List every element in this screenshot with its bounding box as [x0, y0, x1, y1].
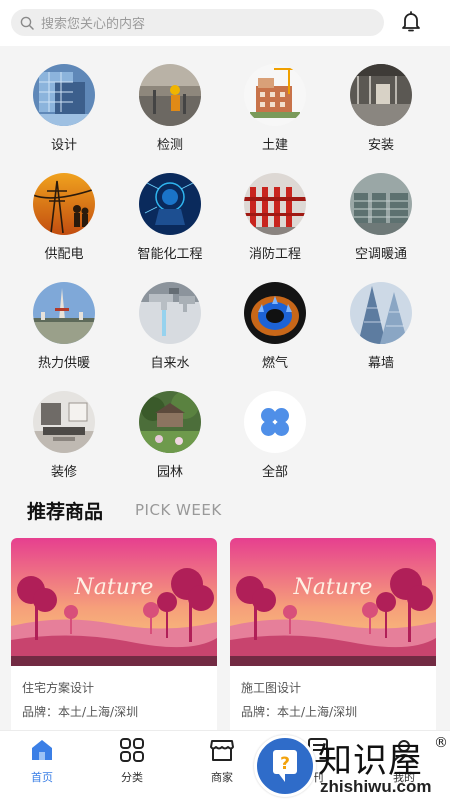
product-name: 施工图设计 [241, 681, 302, 695]
heating-photo [33, 282, 95, 344]
category-inspection[interactable]: 检测 [118, 64, 222, 153]
search-placeholder: 搜索您关心的内容 [41, 17, 146, 32]
product-brand: 品牌：本土/上海/深圳 [241, 705, 358, 719]
gas-flame-photo [244, 282, 306, 344]
recommend-subtitle: PICK WEEK [135, 501, 222, 519]
tab-label: 商家 [211, 771, 233, 784]
category-label: 自来水 [150, 356, 190, 371]
category-power[interactable]: 供配电 [12, 173, 116, 262]
decoration-photo [33, 391, 95, 453]
garden-photo [139, 391, 201, 453]
intelligent-engineering-photo [139, 173, 201, 235]
svg-text:?: ? [280, 754, 290, 774]
category-label: 设计 [50, 138, 77, 153]
all-grid-icon [244, 391, 306, 453]
category-label: 幕墙 [367, 356, 394, 371]
product-image: Nature [230, 538, 436, 666]
fire-protection-photo [244, 173, 306, 235]
product-image: Nature [11, 538, 217, 666]
home-icon [32, 740, 52, 760]
watermark: ? 知识屋 ® zhishiwu.com [252, 733, 450, 800]
category-garden[interactable]: 园林 [118, 391, 222, 480]
tab-store[interactable]: 商家 [190, 737, 254, 785]
product-brand: 品牌：本土/上海/深圳 [22, 705, 139, 719]
category-label: 消防工程 [248, 247, 301, 262]
category-civil[interactable]: 土建 [223, 64, 327, 153]
category-label: 智能化工程 [137, 247, 203, 262]
category-label: 燃气 [261, 356, 288, 371]
category-label: 全部 [261, 465, 288, 480]
category-water[interactable]: 自来水 [118, 282, 222, 371]
category-decoration[interactable]: 装修 [12, 391, 116, 480]
category-fire[interactable]: 消防工程 [223, 173, 327, 262]
design-photo [33, 64, 95, 126]
hvac-photo [350, 173, 412, 235]
store-icon [210, 740, 234, 761]
category-all[interactable]: 全部 [223, 391, 327, 480]
watermark-chinese: 知识屋 [318, 741, 423, 781]
watermark-logo-icon: ? [254, 735, 316, 797]
category-label: 装修 [50, 465, 77, 480]
category-gas[interactable]: 燃气 [223, 282, 327, 371]
category-label: 土建 [261, 138, 288, 153]
category-hvac[interactable]: 空调暖通 [329, 173, 433, 262]
category-label: 供配电 [44, 247, 84, 262]
category-label: 空调暖通 [354, 247, 407, 262]
search-icon [20, 16, 34, 30]
tab-label: 分类 [121, 771, 143, 784]
tab-home[interactable]: 首页 [10, 737, 74, 785]
category-label: 园林 [156, 465, 183, 480]
installation-photo [350, 64, 412, 126]
product-name: 住宅方案设计 [22, 681, 95, 695]
category-label: 热力供暖 [37, 356, 90, 371]
bell-icon[interactable] [399, 9, 423, 33]
category-intelligent[interactable]: 智能化工程 [118, 173, 222, 262]
tab-label: 首页 [31, 771, 53, 784]
tab-category[interactable]: 分类 [100, 737, 164, 785]
category-curtain-wall[interactable]: 幕墙 [329, 282, 433, 371]
category-design[interactable]: 设计 [12, 64, 116, 153]
category-label: 安装 [367, 138, 394, 153]
curtain-wall-photo [350, 282, 412, 344]
top-bar: 搜索您关心的内容 [0, 0, 450, 46]
product-card[interactable]: Nature 住宅方案设计 品牌：本土/上海/深圳 [11, 538, 217, 738]
tap-water-photo [139, 282, 201, 344]
power-supply-photo [33, 173, 95, 235]
category-icon [120, 738, 144, 762]
category-label: 检测 [156, 138, 183, 153]
search-input[interactable]: 搜索您关心的内容 [11, 9, 384, 36]
inspection-photo [139, 64, 201, 126]
product-image-text: Nature [74, 575, 154, 600]
product-image-text: Nature [293, 575, 373, 600]
category-heating[interactable]: 热力供暖 [12, 282, 116, 371]
recommend-title: 推荐商品 [27, 501, 104, 523]
category-installation[interactable]: 安装 [329, 64, 433, 153]
watermark-registered: ® [434, 735, 448, 751]
product-card[interactable]: Nature 施工图设计 品牌：本土/上海/深圳 [230, 538, 436, 738]
watermark-domain: zhishiwu.com [320, 777, 432, 796]
civil-construction-photo [244, 64, 306, 126]
